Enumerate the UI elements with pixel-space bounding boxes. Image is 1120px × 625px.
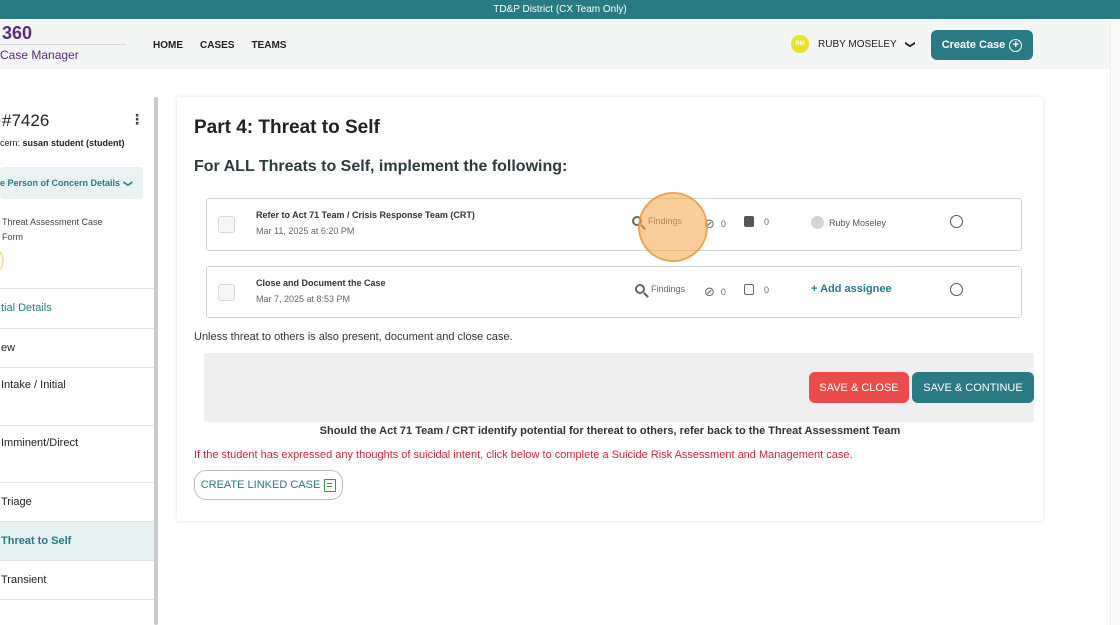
search-icon [635, 284, 645, 294]
logo-number[interactable]: 360 [2, 23, 32, 44]
form-label-line-1: Threat Assessment Case [2, 217, 103, 227]
org-banner-text: TD&P District (CX Team Only) [493, 4, 627, 15]
referral-note: Should the Act 71 Team / CRT identify po… [319, 425, 901, 437]
task-date: Mar 7, 2025 at 8:53 PM [256, 294, 351, 304]
sidebar-item-label: Triage [1, 496, 32, 508]
case-id: #7426 [2, 111, 50, 130]
nav-cases[interactable]: CASES [200, 40, 234, 51]
sidebar-item-label: ew [1, 342, 16, 354]
create-case-button[interactable]: Create Case + [931, 30, 1033, 60]
attachments-count[interactable]: ⊘ 0 [704, 284, 726, 300]
main-nav: HOME CASES TEAMS [153, 40, 286, 51]
sidebar-item-triage[interactable]: Triage [0, 482, 154, 522]
org-banner: TD&P District (CX Team Only) [0, 0, 1120, 19]
sidebar-item-transient[interactable]: Transient [0, 560, 154, 600]
findings-label: Findings [648, 216, 683, 226]
user-name: RUBY MOSELEY [818, 38, 897, 50]
chevron-down-icon: ❯ [904, 39, 916, 49]
findings-link[interactable]: Findings [635, 284, 685, 294]
sidebar-item-label: Intake / Initial [1, 379, 66, 391]
task-status-radio[interactable] [950, 283, 963, 296]
sidebar-item-initial-details[interactable]: tial Details [0, 288, 154, 328]
part-card: Part 4: Threat to Self For ALL Threats t… [177, 97, 1043, 521]
task-row[interactable]: Refer to Act 71 Team / Crisis Response T… [206, 198, 1022, 251]
assignee-avatar [811, 216, 824, 229]
notes-value: 0 [764, 284, 770, 295]
task-checkbox[interactable] [218, 284, 235, 301]
logo-divider [0, 44, 126, 45]
task-title: Refer to Act 71 Team / Crisis Response T… [256, 210, 475, 220]
save-continue-button[interactable]: SAVE & CONTINUE [912, 372, 1034, 403]
notes-count[interactable]: 0 [744, 216, 769, 227]
user-avatar: RM [791, 35, 809, 53]
add-document-icon [324, 478, 337, 492]
user-menu[interactable]: RM RUBY MOSELEY ❯ [791, 35, 916, 53]
task-assignee[interactable]: Ruby Moseley [811, 216, 886, 229]
note-icon [744, 284, 754, 295]
paperclip-icon: ⊘ [704, 216, 715, 231]
paperclip-icon: ⊘ [704, 284, 715, 299]
attachments-count[interactable]: ⊘ 0 [704, 216, 726, 232]
suicide-alert-text: If the student has expressed any thought… [194, 449, 853, 461]
findings-label: Findings [651, 284, 686, 294]
sidebar-item-label: Transient [1, 574, 47, 586]
poc-button-label: e Person of Concern Details [0, 178, 121, 188]
instruction-text: Unless threat to others is also present,… [194, 331, 513, 343]
linked-case-label: CREATE LINKED CASE [200, 479, 321, 491]
concern-name: susan student (student) [22, 138, 125, 148]
task-row[interactable]: Close and Document the Case Mar 7, 2025 … [206, 266, 1022, 318]
app-header: 360 Case Manager HOME CASES TEAMS RM RUB… [0, 19, 1110, 69]
nav-home[interactable]: HOME [153, 40, 183, 51]
sidebar-item-threat-to-self[interactable]: Threat to Self [0, 521, 154, 561]
attachments-value: 0 [720, 287, 726, 297]
form-label-line-2: Form [2, 232, 23, 242]
more-options-icon[interactable]: ⋮ [130, 111, 144, 128]
task-date: Mar 11, 2025 at 6:20 PM [256, 226, 355, 236]
findings-link[interactable]: Findings [632, 216, 682, 226]
sidebar-item-overview[interactable]: ew [0, 328, 154, 368]
task-title: Close and Document the Case [256, 278, 386, 288]
create-case-label: Create Case [941, 39, 1006, 51]
sidebar-scrollbar[interactable] [154, 97, 158, 625]
plus-circle-icon: + [1009, 38, 1023, 52]
chevron-down-icon: ❯ [123, 179, 134, 187]
page-title: Part 4: Threat to Self [194, 117, 380, 138]
sidebar-divider [0, 599, 154, 625]
page-scrollbar[interactable] [1110, 19, 1120, 625]
action-bar [204, 353, 1034, 422]
concern-label: cern: [0, 138, 23, 148]
save-close-button[interactable]: SAVE & CLOSE [809, 372, 909, 403]
assignee-name: Ruby Moseley [829, 217, 887, 228]
sidebar-item-intake[interactable]: Intake / Initial [0, 367, 154, 425]
create-linked-case-button[interactable]: CREATE LINKED CASE [194, 470, 343, 500]
add-assignee-link[interactable]: + Add assignee [811, 283, 892, 295]
sidebar-item-label: Threat to Self [1, 535, 72, 547]
person-of-concern-details-button[interactable]: e Person of Concern Details ❯ [0, 167, 143, 199]
case-sidebar: #7426 ⋮ cern: susan student (student) e … [0, 97, 154, 625]
section-heading: For ALL Threats to Self, implement the f… [194, 158, 568, 175]
progress-ring-icon [0, 251, 4, 271]
attachments-value: 0 [720, 219, 726, 229]
form-label: Threat Assessment Case Form [2, 215, 103, 245]
notes-value: 0 [764, 216, 770, 227]
notes-count[interactable]: 0 [744, 284, 769, 295]
search-icon [632, 216, 642, 226]
sidebar-item-label: Imminent/Direct [1, 437, 79, 449]
person-of-concern: cern: susan student (student) [0, 138, 125, 148]
logo-subtitle[interactable]: Case Manager [0, 48, 79, 62]
sidebar-item-imminent[interactable]: Imminent/Direct [0, 425, 154, 483]
task-status-radio[interactable] [950, 215, 963, 228]
task-checkbox[interactable] [218, 216, 235, 233]
note-icon [744, 216, 754, 227]
nav-teams[interactable]: TEAMS [251, 40, 286, 51]
sidebar-item-label: tial Details [1, 302, 52, 314]
